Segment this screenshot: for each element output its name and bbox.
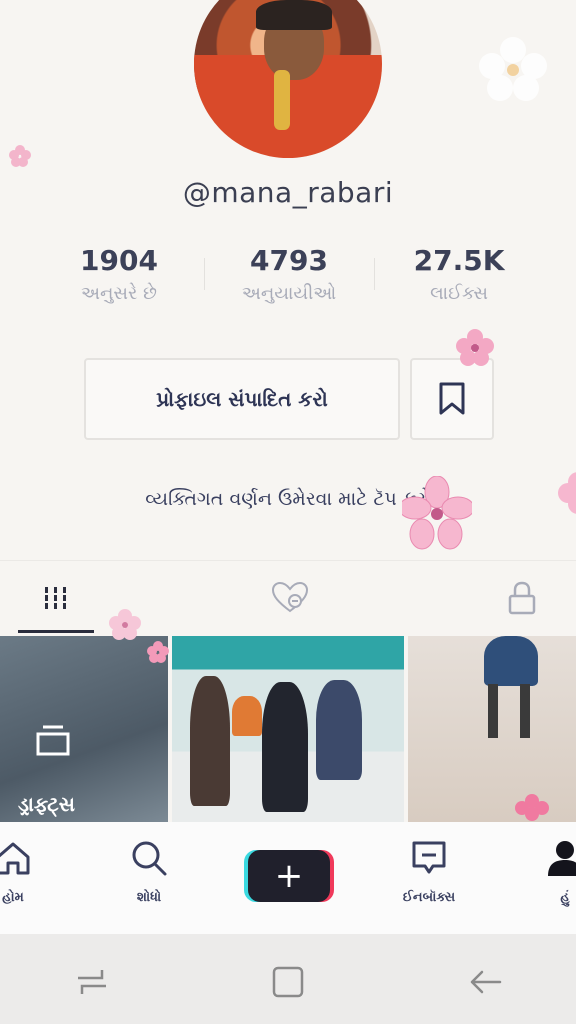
edit-profile-button[interactable]: પ્રોફાઇલ સંપાદિત કરો	[84, 358, 400, 440]
search-icon	[132, 841, 167, 876]
recents-icon[interactable]	[72, 964, 112, 1000]
home-icon	[0, 842, 30, 875]
profile-avatar[interactable]	[194, 0, 382, 158]
nav-search-label: શોધો	[136, 890, 162, 905]
nav-me-label: હું	[560, 890, 570, 905]
back-arrow-icon[interactable]	[466, 964, 506, 1000]
following-label: અનુસરે છે	[81, 283, 157, 304]
followers-label: અનુયાયીઓ	[241, 283, 337, 304]
video-thumbnail[interactable]	[408, 636, 576, 822]
bottom-navigation: હોમ શોધો + ઈનબૉક્સ હું	[0, 822, 576, 934]
drafts-label: ડ્રાફ્ટ્સ	[18, 792, 75, 816]
add-bio-prompt[interactable]: વ્યક્તિગત વર્ણન ઉમેરવા માટે ટૅપ કરો	[0, 488, 576, 510]
flower-sticker-icon	[147, 641, 169, 663]
liked-heart-icon	[271, 581, 309, 613]
grid-icon	[43, 587, 69, 609]
favorites-button[interactable]	[410, 358, 494, 440]
tab-videos[interactable]	[18, 561, 94, 635]
drafts-box-icon	[36, 725, 70, 756]
flower-sticker-icon	[558, 472, 576, 514]
likes-label: લાઈક્સ	[430, 283, 488, 304]
flower-sticker-icon	[109, 609, 141, 640]
profile-screen: @mana_rabari 1904 અનુસરે છે 4793 અનુયાયી…	[0, 0, 576, 1024]
nav-search[interactable]: શોધો	[94, 838, 204, 905]
home-square-icon[interactable]	[270, 964, 306, 1000]
flower-sticker-icon	[515, 794, 549, 821]
active-tab-indicator	[18, 630, 94, 633]
drafts-tile[interactable]: ડ્રાફ્ટ્સ	[0, 636, 168, 822]
lock-icon	[508, 581, 536, 615]
profile-tabs	[0, 560, 576, 636]
video-grid: ડ્રાફ્ટ્સ	[0, 636, 576, 822]
profile-username: @mana_rabari	[182, 176, 394, 209]
flower-sticker-icon	[402, 476, 472, 550]
system-navigation-bar	[0, 934, 576, 1024]
likes-count: 27.5K	[413, 244, 505, 277]
followers-stat[interactable]: 4793 અનુયાયીઓ	[204, 244, 374, 304]
bookmark-icon	[439, 382, 465, 415]
profile-icon	[548, 841, 576, 876]
tab-liked[interactable]	[250, 561, 330, 635]
plus-icon: +	[274, 856, 304, 896]
nav-inbox-label: ઈનબૉક્સ	[402, 890, 456, 905]
flower-sticker-icon	[456, 329, 494, 366]
nav-home-label: હોમ	[2, 890, 24, 905]
flower-sticker-icon	[479, 37, 547, 101]
inbox-icon	[412, 841, 446, 874]
following-stat[interactable]: 1904 અનુસરે છે	[34, 244, 204, 304]
nav-me[interactable]: હું	[510, 838, 576, 905]
flower-sticker-icon	[9, 145, 31, 167]
video-thumbnail[interactable]	[172, 636, 404, 822]
nav-home[interactable]: હોમ	[0, 838, 68, 905]
create-video-button[interactable]: +	[248, 850, 330, 902]
likes-stat[interactable]: 27.5K લાઈક્સ	[374, 244, 544, 304]
nav-inbox[interactable]: ઈનબૉક્સ	[374, 838, 484, 905]
followers-count: 4793	[250, 244, 328, 277]
following-count: 1904	[80, 244, 158, 277]
tab-private[interactable]	[484, 561, 560, 635]
